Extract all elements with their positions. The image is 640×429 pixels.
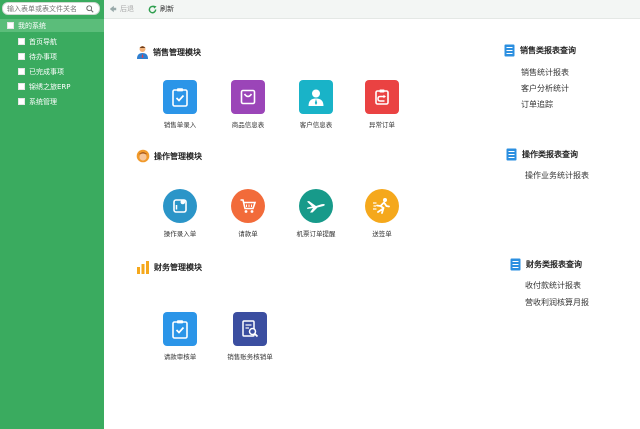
salesperson-icon — [136, 45, 149, 59]
report-link-monthly-profit[interactable]: 营收利润核算月报 — [525, 297, 589, 308]
tile-label: 送签单 — [372, 230, 392, 238]
finance-module-title: 财务管理模块 — [154, 262, 202, 272]
tile-label: 客户信息表 — [299, 121, 333, 129]
bar-chart-icon — [136, 260, 150, 274]
sidebar-search — [2, 2, 100, 15]
report-link-operation-stats[interactable]: 操作业务统计报表 — [525, 170, 589, 181]
search-icon[interactable] — [86, 5, 94, 13]
checkbox-icon[interactable] — [18, 53, 25, 60]
tile-label: 异常订单 — [369, 121, 395, 129]
tile-product-info[interactable]: 商品信息表 — [218, 80, 278, 129]
return-icon — [365, 80, 399, 114]
finance-report-header: 财务类报表查询 — [510, 258, 582, 271]
tile-visa-submission[interactable]: 送签单 — [352, 189, 412, 238]
shopping-bag-icon — [231, 80, 265, 114]
tree-item-label: 已完成事项 — [29, 67, 64, 76]
arrow-left-icon — [109, 5, 117, 13]
finance-module-header: 财务管理模块 — [136, 260, 202, 274]
tree-root-label: 我的系统 — [18, 21, 46, 30]
tree-item-todo[interactable]: 待办事项 — [0, 49, 104, 64]
sales-module-header: 销售管理模块 — [136, 45, 201, 59]
sidebar: 我的系统 首页导航 待办事项 已完成事项 锦绣之旅ERP 系统管理 — [0, 0, 104, 429]
user-icon — [299, 80, 333, 114]
report-list-icon — [510, 258, 521, 271]
search-input[interactable] — [7, 3, 85, 14]
operations-report-title: 操作类报表查询 — [522, 150, 578, 159]
refresh-icon — [148, 4, 157, 14]
tile-customer-info[interactable]: 客户信息表 — [286, 80, 346, 129]
tile-payment-review[interactable]: 请款审核单 — [150, 312, 210, 361]
checkbox-icon[interactable] — [18, 68, 25, 75]
runner-icon — [365, 189, 399, 223]
tree-item-system-admin[interactable]: 系统管理 — [0, 94, 104, 109]
tile-label: 机票订单提醒 — [296, 230, 336, 238]
tree-item-label: 系统管理 — [29, 97, 57, 106]
checkbox-icon[interactable] — [18, 38, 25, 45]
tile-operation-entry[interactable]: 操作录入单 — [150, 189, 210, 238]
finance-report-title: 财务类报表查询 — [526, 260, 582, 269]
tree-list: 首页导航 待办事项 已完成事项 锦绣之旅ERP 系统管理 — [0, 34, 104, 109]
tree-item-erp[interactable]: 锦绣之旅ERP — [0, 79, 104, 94]
toolbar: 后退 刷新 — [104, 0, 640, 19]
operations-module-header: 操作管理模块 — [136, 149, 202, 163]
checkbox-icon[interactable] — [7, 22, 14, 29]
tree-item-label: 首页导航 — [29, 37, 57, 46]
tree-item-done[interactable]: 已完成事项 — [0, 64, 104, 79]
operations-module-title: 操作管理模块 — [154, 151, 202, 161]
tile-label: 销售账务核销单 — [227, 353, 273, 361]
clipboard-check-icon — [163, 80, 197, 114]
cart-icon — [231, 189, 265, 223]
form-entry-icon — [163, 189, 197, 223]
report-list-icon — [506, 148, 517, 161]
sales-module-title: 销售管理模块 — [153, 47, 201, 57]
checkbox-icon[interactable] — [18, 98, 25, 105]
report-link-sales-stats[interactable]: 销售统计报表 — [521, 67, 569, 78]
tile-label: 商品信息表 — [231, 121, 265, 129]
tile-abnormal-order[interactable]: 异常订单 — [352, 80, 412, 129]
tree-item-label: 锦绣之旅ERP — [29, 82, 71, 91]
refresh-label: 刷新 — [160, 5, 174, 13]
plane-icon — [299, 189, 333, 223]
tree-root-my-system[interactable]: 我的系统 — [0, 19, 104, 32]
tile-sales-account-writeoff[interactable]: 销售账务核销单 — [220, 312, 280, 361]
report-link-receipts-payments[interactable]: 收付款统计报表 — [525, 280, 581, 291]
sales-report-title: 销售类报表查询 — [520, 46, 576, 55]
sales-report-header: 销售类报表查询 — [504, 44, 576, 57]
report-link-order-tracking[interactable]: 订单追踪 — [521, 99, 553, 110]
back-button[interactable]: 后退 — [109, 4, 134, 14]
operator-icon — [136, 149, 150, 163]
back-label: 后退 — [120, 5, 134, 13]
tile-label: 操作录入单 — [163, 230, 197, 238]
tile-label: 销售单录入 — [163, 121, 197, 129]
operations-report-header: 操作类报表查询 — [506, 148, 578, 161]
clipboard-check-icon — [163, 312, 197, 346]
report-list-icon — [504, 44, 515, 57]
tile-label: 请款单 — [238, 230, 258, 238]
checkbox-icon[interactable] — [18, 83, 25, 90]
tile-label: 请款审核单 — [163, 353, 197, 361]
tree-item-home-nav[interactable]: 首页导航 — [0, 34, 104, 49]
tile-sales-order-entry[interactable]: 销售单录入 — [150, 80, 210, 129]
tile-payment-request[interactable]: 请款单 — [218, 189, 278, 238]
report-link-customer-analysis[interactable]: 客户分析统计 — [521, 83, 569, 94]
document-search-icon — [233, 312, 267, 346]
tree-item-label: 待办事项 — [29, 52, 57, 61]
tile-flight-order-reminder[interactable]: 机票订单提醒 — [286, 189, 346, 238]
refresh-button[interactable]: 刷新 — [148, 4, 174, 14]
